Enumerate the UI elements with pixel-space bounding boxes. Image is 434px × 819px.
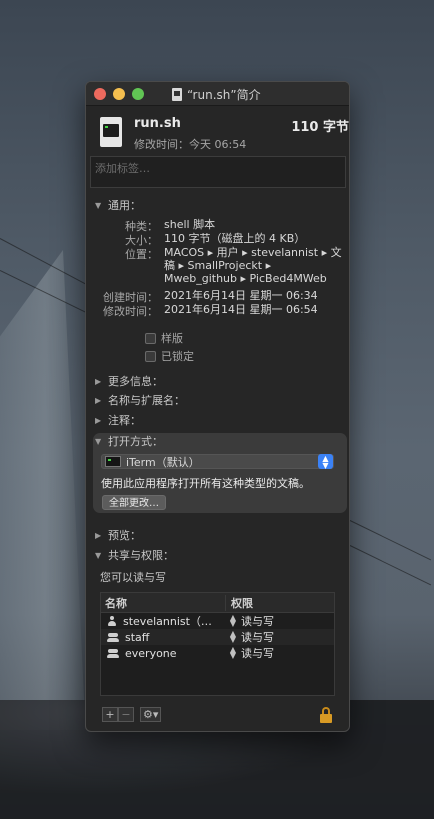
section-name-extension[interactable]: ▶ 名称与扩展名： <box>95 392 185 408</box>
user-name: everyone <box>125 646 177 660</box>
zoom-button[interactable] <box>132 88 144 100</box>
terminal-file-icon <box>100 117 122 147</box>
disclosure-closed-icon: ▶ <box>95 395 102 405</box>
user-cell: everyone <box>101 647 226 660</box>
where-line-1: MACOS ▸ 用户 ▸ stevelannist ▸ 文 <box>164 246 342 259</box>
minimize-button[interactable] <box>113 88 125 100</box>
section-sharing-label: 共享与权限： <box>108 549 174 562</box>
permissions-header: 名称 权限 <box>101 593 334 613</box>
user-name: stevelannist（… <box>123 615 212 628</box>
user-name: staff <box>125 630 150 644</box>
section-comments[interactable]: ▶ 注释： <box>95 412 141 428</box>
disclosure-open-icon: ▼ <box>95 200 102 210</box>
add-user-button[interactable]: + <box>102 707 118 722</box>
updown-arrows-icon: ▲ ▼ <box>229 613 237 628</box>
file-header: run.sh 110 字节 修改时间：今天 06:54 <box>86 106 349 156</box>
background-wire <box>349 545 432 586</box>
group-icon <box>107 632 119 643</box>
updown-arrows-icon: ▲ ▼ <box>229 629 237 644</box>
open-with-select[interactable]: iTerm（默认） ▲ ▼ <box>101 454 334 470</box>
disclosure-closed-icon: ▶ <box>95 376 102 386</box>
table-row[interactable]: staff ▲ ▼ 读与写 <box>101 629 334 645</box>
tags-input[interactable]: 添加标签… <box>90 156 346 188</box>
where-row: 位置： MACOS ▸ 用户 ▸ stevelannist ▸ 文 稿 ▸ Sm… <box>96 246 342 285</box>
privilege-value: 读与写 <box>241 615 274 628</box>
remove-user-button[interactable]: − <box>118 707 134 722</box>
file-modified: 修改时间：今天 06:54 <box>134 138 247 151</box>
permissions-table[interactable]: 名称 权限 stevelannist（… ▲ ▼ 读与写 staff ▲ ▼ 读与写 <box>100 592 335 696</box>
document-icon <box>172 88 182 101</box>
access-text: 您可以读与写 <box>100 571 166 584</box>
where-line-3: Mweb_github ▸ PicBed4MWeb <box>164 272 327 285</box>
column-privilege-header[interactable]: 权限 <box>226 595 253 611</box>
section-more-info-label: 更多信息： <box>108 375 163 388</box>
background-wire <box>349 520 432 561</box>
title-bar[interactable]: “run.sh”简介 <box>86 82 349 106</box>
section-sharing[interactable]: ▼ 共享与权限： <box>95 547 174 563</box>
privilege-value: 读与写 <box>241 647 274 660</box>
privilege-value: 读与写 <box>241 631 274 644</box>
window-title-group: “run.sh”简介 <box>172 86 261 103</box>
section-name-extension-label: 名称与扩展名： <box>108 394 185 407</box>
user-cell: stevelannist（… <box>101 613 226 629</box>
user-cell: staff <box>101 631 226 644</box>
group-icon <box>107 648 119 659</box>
background-tower <box>0 250 86 730</box>
file-name: run.sh <box>134 116 181 131</box>
modified-label: 修改时间： <box>103 305 158 318</box>
section-preview-label: 预览： <box>108 529 141 542</box>
disclosure-open-icon: ▼ <box>95 436 102 446</box>
window-title: “run.sh”简介 <box>187 88 261 102</box>
privilege-popup[interactable]: ▲ ▼ 读与写 <box>226 645 274 661</box>
section-comments-label: 注释： <box>108 414 141 427</box>
change-all-button[interactable]: 全部更改… <box>102 495 166 510</box>
file-size: 110 字节 <box>291 120 349 135</box>
where-line-2: 稿 ▸ SmallProjeckt ▸ <box>164 259 272 272</box>
table-row[interactable]: everyone ▲ ▼ 读与写 <box>101 645 334 661</box>
where-label: 位置： <box>125 248 158 261</box>
open-with-app-name: iTerm（默认） <box>126 455 200 469</box>
locked-label: 已锁定 <box>161 350 194 363</box>
disclosure-closed-icon: ▶ <box>95 530 102 540</box>
checkbox-box[interactable] <box>145 332 156 344</box>
modified-row: 修改时间： 2021年6月14日 星期一 06:54 <box>96 303 318 319</box>
select-arrows-icon[interactable]: ▲ ▼ <box>318 454 333 470</box>
disclosure-closed-icon: ▶ <box>95 415 102 425</box>
section-more-info[interactable]: ▶ 更多信息： <box>95 373 163 389</box>
section-general[interactable]: ▼ 通用： <box>95 197 141 213</box>
checkbox-box[interactable] <box>145 350 156 362</box>
iterm-icon <box>105 456 121 467</box>
section-open-with-label: 打开方式： <box>108 435 163 448</box>
person-icon <box>107 615 117 627</box>
stationery-checkbox[interactable]: 样版 <box>145 330 183 346</box>
disclosure-open-icon: ▼ <box>95 550 102 560</box>
lock-icon[interactable] <box>319 707 333 723</box>
locked-checkbox[interactable]: 已锁定 <box>145 348 194 364</box>
open-with-description: 使用此应用程序打开所有这种类型的文稿。 <box>101 477 310 490</box>
updown-arrows-icon: ▲ ▼ <box>229 645 237 660</box>
open-with-panel: ▼ 打开方式： iTerm（默认） ▲ ▼ 使用此应用程序打开所有这种类型的文稿。… <box>93 433 347 513</box>
section-preview[interactable]: ▶ 预览： <box>95 527 141 543</box>
where-value: MACOS ▸ 用户 ▸ stevelannist ▸ 文 稿 ▸ SmallP… <box>164 246 342 285</box>
section-open-with[interactable]: ▼ 打开方式： <box>95 433 163 449</box>
column-name-header[interactable]: 名称 <box>101 594 226 611</box>
permissions-toolbar: + − ⚙▾ <box>102 707 162 722</box>
close-button[interactable] <box>94 88 106 100</box>
modified-value: 2021年6月14日 星期一 06:54 <box>164 303 318 316</box>
section-general-label: 通用： <box>108 199 141 212</box>
privilege-popup[interactable]: ▲ ▼ 读与写 <box>226 629 274 645</box>
get-info-window: “run.sh”简介 run.sh 110 字节 修改时间：今天 06:54 添… <box>85 81 350 732</box>
action-menu-button[interactable]: ⚙▾ <box>140 707 162 722</box>
table-row[interactable]: stevelannist（… ▲ ▼ 读与写 <box>101 613 334 629</box>
stationery-label: 样版 <box>161 332 183 345</box>
privilege-popup[interactable]: ▲ ▼ 读与写 <box>226 613 274 629</box>
